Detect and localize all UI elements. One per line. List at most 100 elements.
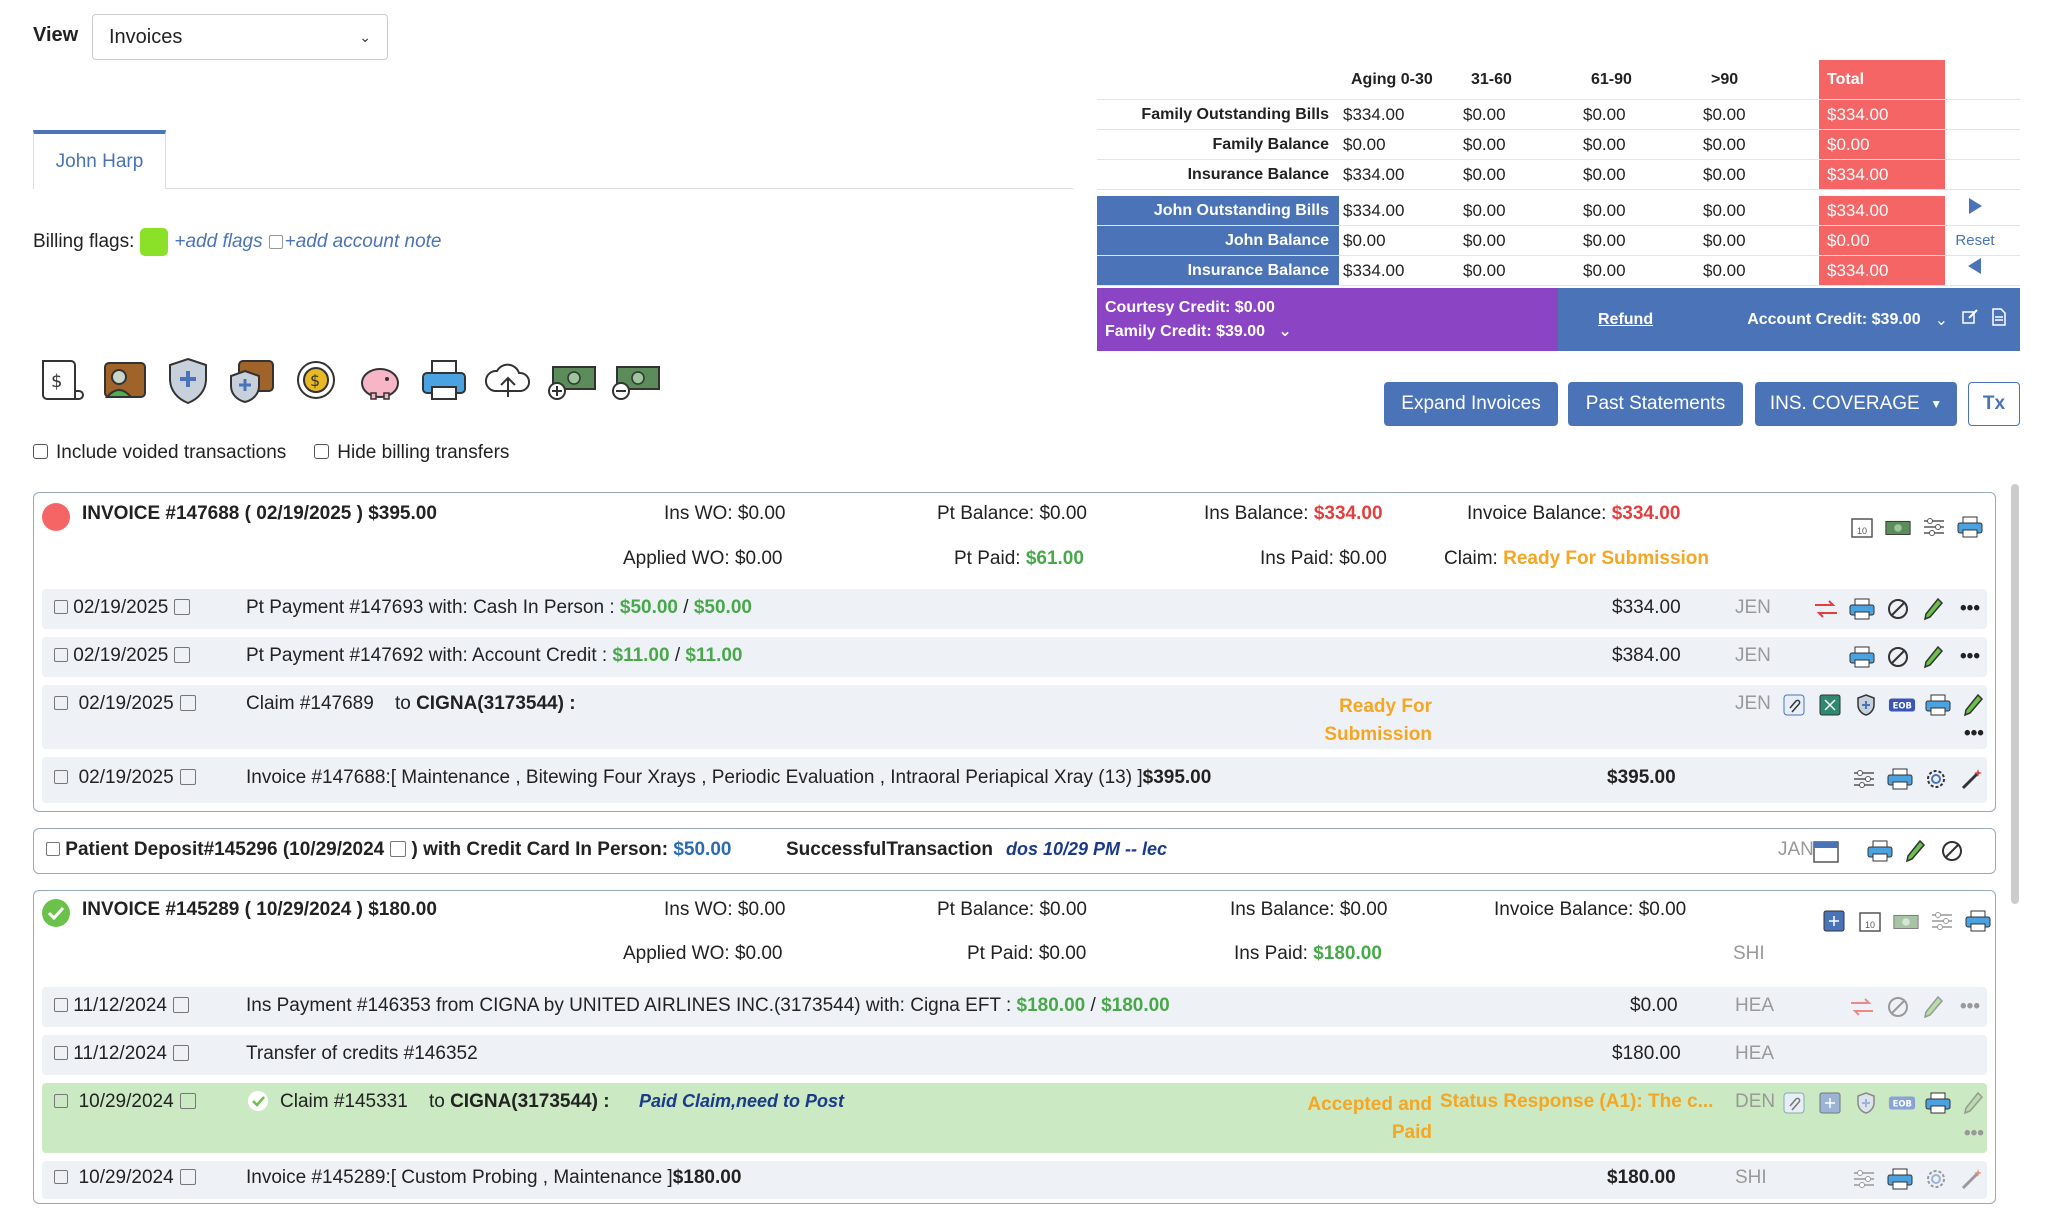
pencil-icon[interactable] bbox=[1960, 691, 1988, 719]
void-icon[interactable] bbox=[1938, 837, 1966, 865]
ins-paid: Ins Paid: $180.00 bbox=[1234, 943, 1382, 964]
play-left-icon[interactable] bbox=[1945, 256, 2005, 285]
row-description[interactable]: Pt Payment #147693 with: Cash In Person … bbox=[246, 597, 752, 619]
flag-green[interactable] bbox=[140, 228, 169, 256]
patient-wallet-icon[interactable] bbox=[97, 352, 151, 408]
sliders-icon[interactable] bbox=[1920, 513, 1948, 541]
family-credit[interactable]: Family Credit: $39.00 ⌄ bbox=[1105, 320, 1550, 344]
money-icon[interactable] bbox=[1892, 907, 1920, 935]
pencil-icon[interactable] bbox=[1960, 1089, 1988, 1117]
row-description[interactable]: Claim #147689 to CIGNA(3173544) : bbox=[246, 693, 576, 715]
tab-patient[interactable]: John Harp bbox=[33, 130, 166, 189]
aging-header-0-30: Aging 0-30 bbox=[1351, 71, 1433, 88]
transfer-icon[interactable] bbox=[1848, 993, 1876, 1021]
coin-cycle-icon[interactable]: $ bbox=[289, 352, 343, 408]
row-user: JEN bbox=[1735, 645, 1771, 666]
paperclip-icon[interactable] bbox=[1780, 1089, 1808, 1117]
cloud-upload-icon[interactable] bbox=[481, 352, 535, 408]
play-right-icon[interactable] bbox=[1945, 196, 2005, 225]
row-description[interactable]: Transfer of credits #146352 bbox=[246, 1043, 478, 1065]
sliders-icon[interactable] bbox=[1850, 1165, 1878, 1193]
status-response[interactable]: Status Response (A1): The c... bbox=[1440, 1091, 1713, 1113]
more-icon[interactable]: ••• bbox=[1956, 993, 1984, 1021]
statement-scroll-icon[interactable]: $ bbox=[33, 352, 87, 408]
printer-icon[interactable] bbox=[1924, 691, 1952, 719]
past-statements-button[interactable]: Past Statements bbox=[1568, 382, 1743, 426]
printer-icon[interactable] bbox=[417, 352, 471, 408]
courtesy-credit: Courtesy Credit: $0.00 bbox=[1105, 299, 1275, 316]
money-icon[interactable] bbox=[1884, 513, 1912, 541]
view-select[interactable]: Invoices ⌄ bbox=[92, 14, 388, 60]
receipt-calendar-icon[interactable] bbox=[1812, 837, 1840, 865]
shield-upload-icon[interactable] bbox=[1852, 1089, 1880, 1117]
sliders-icon[interactable] bbox=[1928, 907, 1956, 935]
invoice-user: SHI bbox=[1733, 943, 1765, 964]
piggy-bank-icon[interactable] bbox=[353, 352, 407, 408]
add-account-note-link[interactable]: +add account note bbox=[268, 231, 442, 253]
shield-upload-icon[interactable] bbox=[1852, 691, 1880, 719]
printer-icon[interactable] bbox=[1956, 513, 1984, 541]
void-icon[interactable] bbox=[1884, 595, 1912, 623]
eob-icon[interactable]: EOB bbox=[1888, 1089, 1916, 1117]
row-description[interactable]: Invoice #145289:[ Custom Probing , Maint… bbox=[246, 1167, 741, 1189]
pencil-icon[interactable] bbox=[1920, 993, 1948, 1021]
invoice-title[interactable]: INVOICE #145289 ( 10/29/2024 ) $180.00 bbox=[82, 899, 437, 921]
pencil-icon[interactable] bbox=[1920, 643, 1948, 671]
deposit-label[interactable]: Patient Deposit#145296 (10/29/2024 ) wit… bbox=[46, 839, 731, 861]
more-icon[interactable]: ••• bbox=[1964, 723, 1984, 745]
sliders-icon[interactable] bbox=[1850, 765, 1878, 793]
row-description[interactable]: Claim #145331 to CIGNA(3173544) : bbox=[280, 1091, 610, 1113]
chevron-down-icon[interactable]: ⌄ bbox=[1935, 310, 1948, 330]
refund-link[interactable]: Refund bbox=[1598, 311, 1653, 329]
chevron-down-icon[interactable]: ⌄ bbox=[1270, 323, 1291, 340]
transfer-icon[interactable] bbox=[1812, 595, 1840, 623]
insurance-shield-icon[interactable] bbox=[161, 352, 215, 408]
expand-invoices-button[interactable]: Expand Invoices bbox=[1384, 382, 1558, 426]
paperclip-icon[interactable] bbox=[1780, 691, 1808, 719]
void-icon[interactable] bbox=[1884, 993, 1912, 1021]
printer-icon[interactable] bbox=[1886, 1165, 1914, 1193]
tx-button[interactable]: Tx bbox=[1968, 382, 2020, 426]
row-description[interactable]: Pt Payment #147692 with: Account Credit … bbox=[246, 645, 743, 667]
magic-wand-icon[interactable] bbox=[1958, 1165, 1986, 1193]
add-money-icon[interactable] bbox=[545, 352, 599, 408]
printer-icon[interactable] bbox=[1848, 643, 1876, 671]
calendar-icon[interactable]: 10 bbox=[1856, 907, 1884, 935]
row-description[interactable]: Ins Payment #146353 from CIGNA by UNITED… bbox=[246, 995, 1170, 1017]
add-flags-link[interactable]: +add flags bbox=[174, 231, 262, 253]
hide-transfers-checkbox[interactable]: Hide billing transfers bbox=[314, 442, 509, 464]
printer-icon[interactable] bbox=[1964, 907, 1992, 935]
remove-money-icon[interactable] bbox=[609, 352, 663, 408]
toolbar: $ $ bbox=[33, 352, 663, 408]
pencil-icon[interactable] bbox=[1902, 837, 1930, 865]
ins-paid: Ins Paid: $0.00 bbox=[1260, 548, 1387, 569]
printer-icon[interactable] bbox=[1866, 837, 1894, 865]
insurance-wallet-icon[interactable] bbox=[225, 352, 279, 408]
printer-icon[interactable] bbox=[1848, 595, 1876, 623]
row-date: 02/19/2025 bbox=[54, 767, 196, 789]
magic-wand-icon[interactable] bbox=[1958, 765, 1986, 793]
more-icon[interactable]: ••• bbox=[1956, 643, 1984, 671]
more-icon[interactable]: ••• bbox=[1964, 1123, 1984, 1145]
pencil-icon[interactable] bbox=[1920, 595, 1948, 623]
include-voided-checkbox[interactable]: Include voided transactions bbox=[33, 442, 286, 464]
row-description[interactable]: Invoice #147688:[ Maintenance , Bitewing… bbox=[246, 767, 1211, 789]
xray-icon[interactable] bbox=[1820, 907, 1848, 935]
xray-icon[interactable] bbox=[1816, 691, 1844, 719]
printer-icon[interactable] bbox=[1886, 765, 1914, 793]
edit-icon[interactable] bbox=[1962, 309, 1978, 330]
xray-icon[interactable] bbox=[1816, 1089, 1844, 1117]
document-icon[interactable] bbox=[1992, 308, 2006, 331]
reset-link[interactable]: Reset bbox=[1945, 226, 2005, 255]
ins-coverage-button[interactable]: INS. COVERAGE ▼ bbox=[1755, 382, 1957, 426]
invoice-title[interactable]: INVOICE #147688 ( 02/19/2025 ) $395.00 bbox=[82, 503, 437, 525]
void-icon[interactable] bbox=[1884, 643, 1912, 671]
gear-icon[interactable] bbox=[1922, 1165, 1950, 1193]
ins-balance: Ins Balance: $0.00 bbox=[1230, 899, 1388, 920]
eob-icon[interactable]: EOB bbox=[1888, 691, 1916, 719]
more-icon[interactable]: ••• bbox=[1956, 595, 1984, 623]
scrollbar[interactable] bbox=[2011, 484, 2019, 904]
printer-icon[interactable] bbox=[1924, 1089, 1952, 1117]
gear-icon[interactable] bbox=[1922, 765, 1950, 793]
calendar-icon[interactable]: 10 bbox=[1848, 513, 1876, 541]
